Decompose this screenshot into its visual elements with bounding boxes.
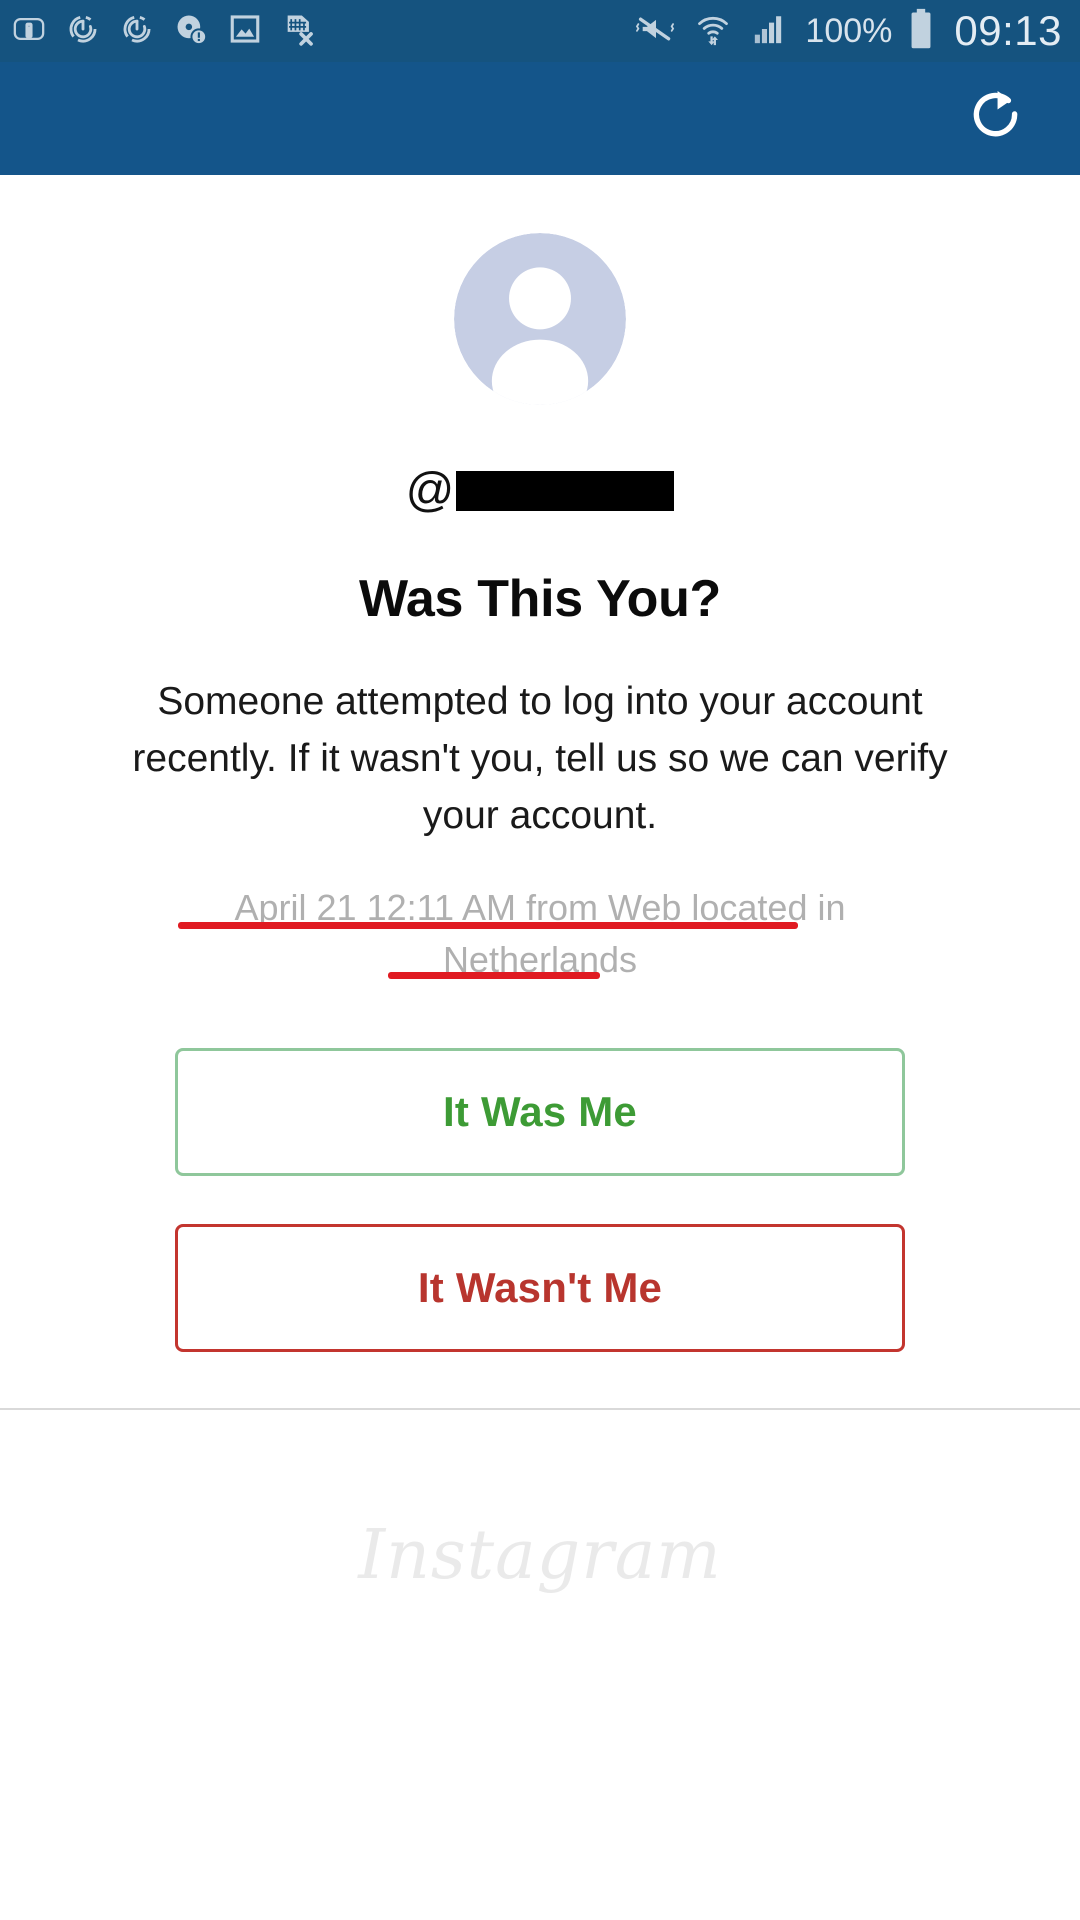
refresh-button[interactable] bbox=[960, 83, 1032, 155]
default-profile-avatar-icon bbox=[454, 233, 626, 405]
status-bar: 100% 09:13 bbox=[0, 0, 1080, 62]
wifi-data-transfer-icon bbox=[693, 12, 733, 51]
it-was-me-button[interactable]: It Was Me bbox=[175, 1048, 905, 1176]
app-bar bbox=[0, 62, 1080, 175]
footer: Instagram bbox=[358, 1410, 721, 1700]
battery-percent-label: 100% bbox=[805, 11, 893, 50]
status-bar-notification-icons bbox=[12, 12, 316, 51]
avatar bbox=[454, 233, 626, 405]
highlight-underline-2 bbox=[388, 972, 600, 979]
main-content: @ Was This You? Someone attempted to log… bbox=[0, 175, 1080, 1700]
cellular-signal-icon bbox=[749, 12, 789, 51]
vibrate-off-icon bbox=[635, 12, 677, 51]
username-row: @ bbox=[406, 461, 675, 517]
image-saved-icon bbox=[228, 12, 262, 51]
highlight-underline-1 bbox=[178, 922, 798, 929]
disc-alert-icon bbox=[174, 12, 208, 51]
sim-card-removed-icon bbox=[282, 12, 316, 51]
login-attempt-meta: April 21 12:11 AM from Web located in Ne… bbox=[160, 882, 920, 986]
at-symbol: @ bbox=[405, 464, 455, 517]
instagram-wordmark: Instagram bbox=[358, 1515, 722, 1595]
login-attempt-meta-label: April 21 12:11 AM from Web located in Ne… bbox=[234, 887, 846, 980]
battery-full-icon bbox=[908, 8, 934, 55]
sim-toolkit-icon bbox=[12, 12, 46, 51]
status-bar-clock: 09:13 bbox=[954, 7, 1062, 54]
description-text: Someone attempted to log into your accou… bbox=[132, 680, 948, 837]
alarm-snooze-icon bbox=[120, 12, 154, 51]
username-redaction-bar bbox=[456, 471, 675, 511]
refresh-icon bbox=[965, 85, 1027, 152]
it-wasnt-me-button[interactable]: It Wasn't Me bbox=[175, 1224, 905, 1352]
status-bar-system-icons: 100% 09:13 bbox=[635, 7, 1062, 55]
page-title: Was This You? bbox=[358, 570, 722, 628]
alarm-snooze-icon bbox=[66, 12, 100, 51]
